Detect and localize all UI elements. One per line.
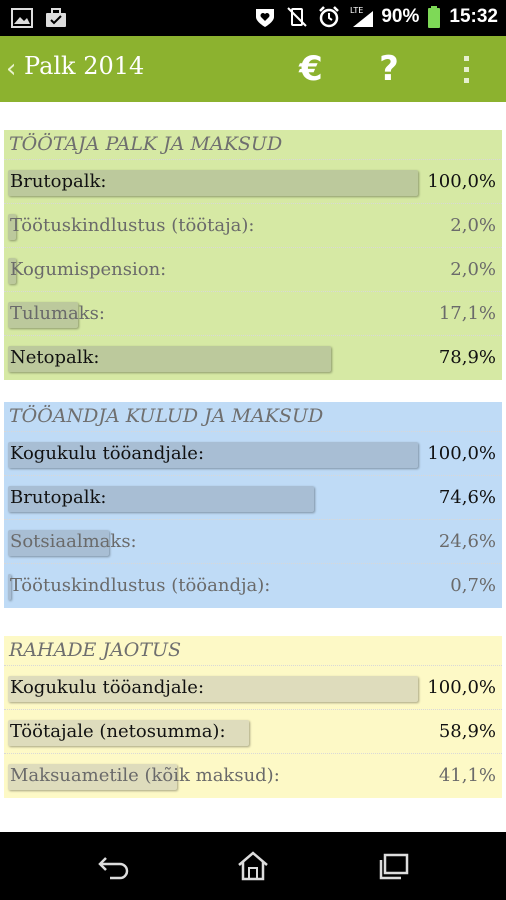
overflow-menu-icon [463, 55, 469, 83]
row-label: Kogukulu tööandjale: [10, 677, 205, 698]
row-value: 41,1% [438, 765, 496, 786]
svg-text:LTE: LTE [350, 6, 363, 15]
help-button[interactable]: ? [366, 46, 412, 92]
list-item: Tulumaks: 17,1% [4, 292, 502, 336]
list-item: Töötuskindlustus (tööandja): 0,7% [4, 564, 502, 608]
employee-salary-section: TÖÖTAJA PALK JA MAKSUD Brutopalk: 100,0%… [4, 130, 502, 380]
currency-button[interactable]: € [288, 46, 334, 92]
money-distribution-section: RAHADE JAOTUS Kogukulu tööandjale: 100,0… [4, 636, 502, 798]
briefcase-icon [44, 6, 68, 30]
recents-icon [379, 853, 409, 880]
status-bar: LTE 90% 15:32 [0, 0, 506, 36]
shield-heart-icon [253, 5, 277, 29]
overflow-menu-button[interactable] [450, 46, 482, 92]
row-label: Sotsiaalmaks: [10, 531, 137, 552]
section-title: TÖÖTAJA PALK JA MAKSUD [4, 130, 502, 160]
row-value: 100,0% [427, 677, 496, 698]
row-value: 0,7% [450, 575, 496, 596]
employer-costs-section: TÖÖANDJA KULUD JA MAKSUD Kogukulu tööand… [4, 402, 502, 608]
alarm-icon [317, 5, 341, 29]
row-label: Töötuskindlustus (töötaja): [10, 215, 255, 236]
list-item: Kogumispension: 2,0% [4, 248, 502, 292]
action-bar: ‹ Palk 2014 € ? [0, 36, 506, 102]
row-label: Brutopalk: [10, 171, 107, 192]
battery-percent: 90% [381, 6, 420, 27]
signal-icon: LTE [349, 5, 374, 29]
row-label: Töötuskindlustus (tööandja): [10, 575, 271, 596]
row-value: 24,6% [438, 531, 496, 552]
row-value: 2,0% [450, 259, 496, 280]
page-title[interactable]: Palk 2014 [24, 52, 144, 80]
row-label: Kogumispension: [10, 259, 167, 280]
list-item: Brutopalk: 74,6% [4, 476, 502, 520]
row-value: 74,6% [438, 487, 496, 508]
row-value: 78,9% [438, 347, 496, 368]
row-label: Maksuametile (kõik maksud): [10, 765, 280, 786]
row-value: 100,0% [427, 171, 496, 192]
list-item: Töötajale (netosumma): 58,9% [4, 710, 502, 754]
image-icon [10, 6, 34, 30]
up-navigation-icon[interactable]: ‹ [6, 54, 16, 84]
recents-button[interactable] [364, 842, 424, 890]
row-label: Netopalk: [10, 347, 100, 368]
vibrate-off-icon [285, 5, 309, 29]
row-label: Kogukulu tööandjale: [10, 443, 205, 464]
list-item: Kogukulu tööandjale: 100,0% [4, 432, 502, 476]
row-value: 100,0% [427, 443, 496, 464]
home-button[interactable] [223, 842, 283, 890]
battery-icon [427, 5, 441, 29]
list-item: Netopalk: 78,9% [4, 336, 502, 380]
row-label: Tulumaks: [10, 303, 105, 324]
section-title: TÖÖANDJA KULUD JA MAKSUD [4, 402, 502, 432]
row-label: Brutopalk: [10, 487, 107, 508]
row-value: 17,1% [438, 303, 496, 324]
navigation-bar [0, 832, 506, 900]
section-title: RAHADE JAOTUS [4, 636, 502, 666]
home-icon [238, 851, 268, 881]
list-item: Brutopalk: 100,0% [4, 160, 502, 204]
back-icon [98, 857, 129, 880]
list-item: Töötuskindlustus (töötaja): 2,0% [4, 204, 502, 248]
list-item: Kogukulu tööandjale: 100,0% [4, 666, 502, 710]
row-value: 2,0% [450, 215, 496, 236]
row-label: Töötajale (netosumma): [10, 721, 226, 742]
clock: 15:32 [449, 6, 498, 27]
back-button[interactable] [84, 842, 144, 890]
row-value: 58,9% [438, 721, 496, 742]
list-item: Sotsiaalmaks: 24,6% [4, 520, 502, 564]
list-item: Maksuametile (kõik maksud): 41,1% [4, 754, 502, 798]
